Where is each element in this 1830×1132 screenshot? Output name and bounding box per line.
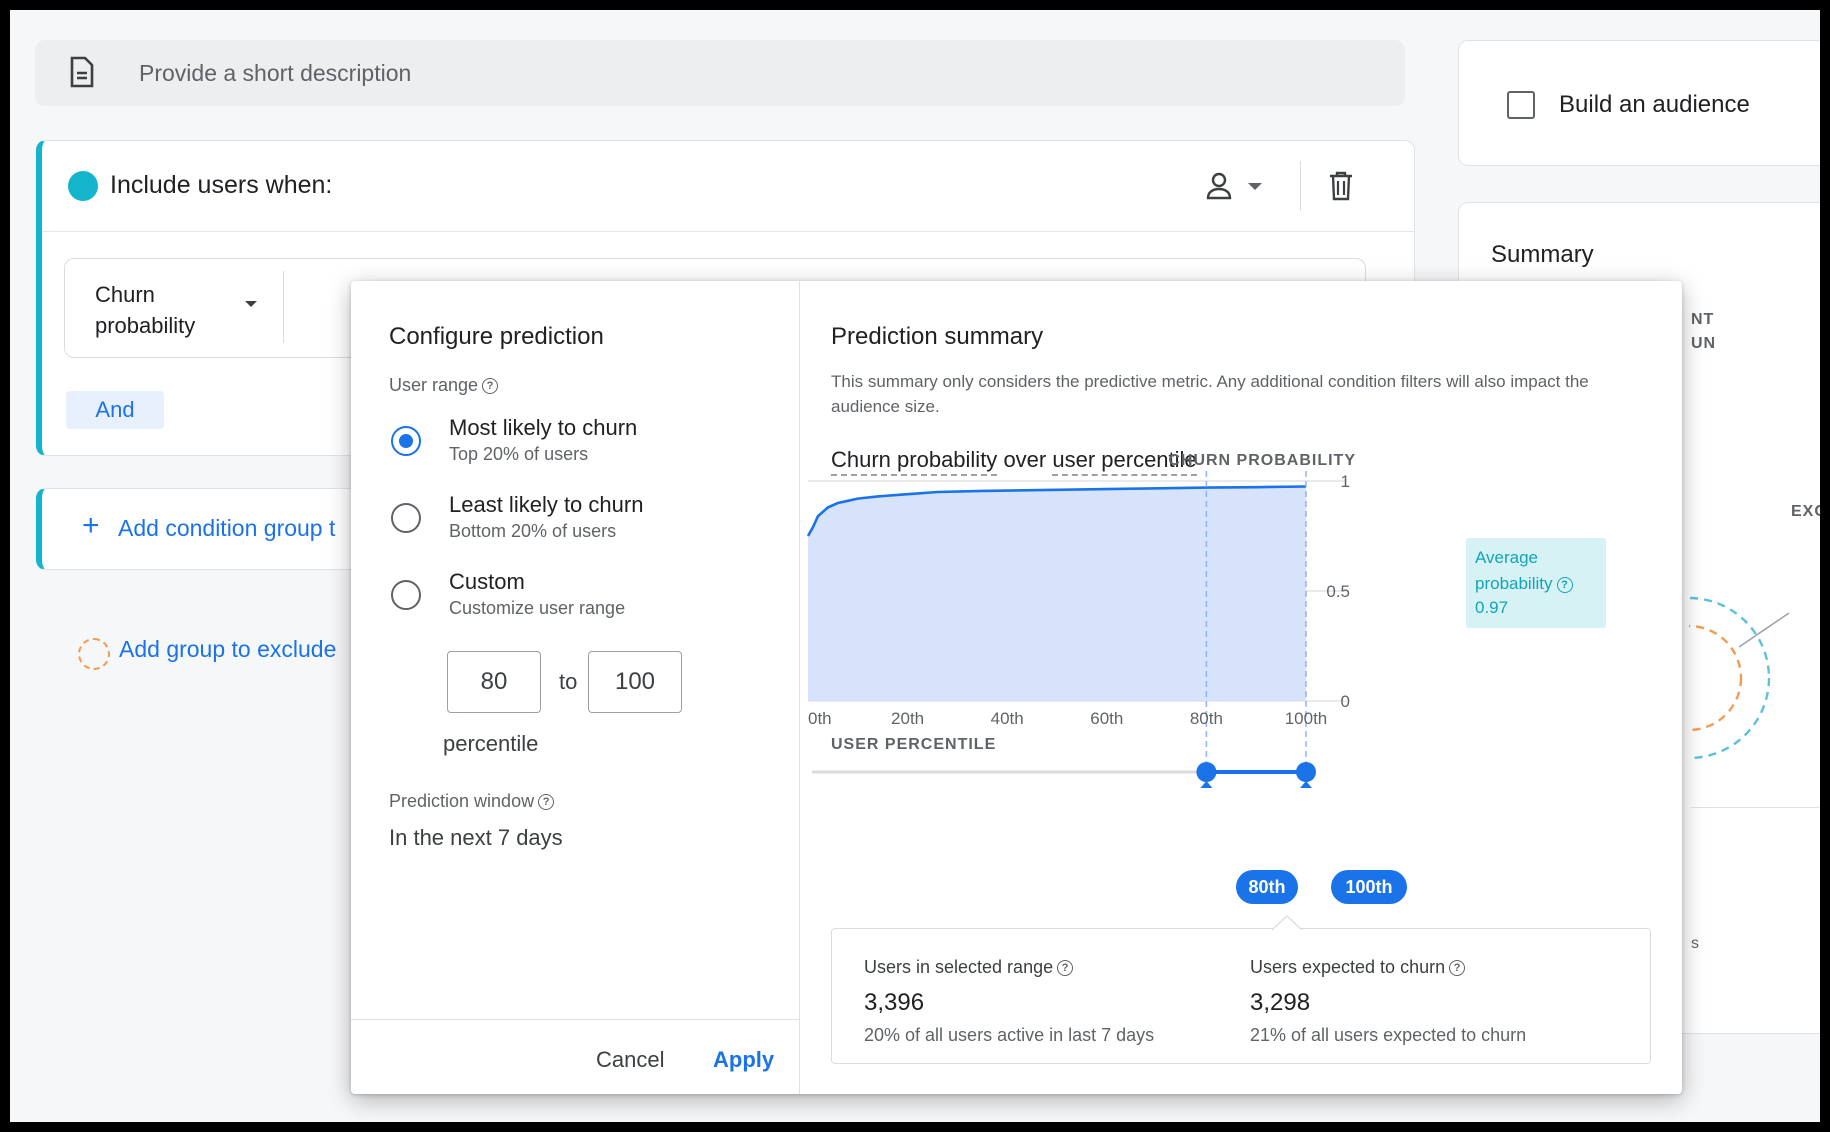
prediction-window-value: In the next 7 days — [389, 825, 563, 850]
include-title: Include users when: — [110, 171, 333, 199]
option-most-likely-sub: Top 20% of users — [449, 444, 589, 464]
configure-title: Configure prediction — [389, 323, 604, 350]
range-to-word: to — [559, 669, 578, 694]
users-in-range-sub: 20% of all users active in last 7 days — [864, 1025, 1155, 1045]
radio-most-likely[interactable] — [391, 426, 421, 456]
range-to-input[interactable]: 100 — [588, 651, 682, 713]
apply-button[interactable]: Apply — [713, 1047, 774, 1073]
build-audience-label: Build an audience — [1559, 91, 1750, 118]
help-icon[interactable]: ? — [482, 378, 499, 395]
summary-fragment: UN — [1691, 335, 1717, 352]
document-icon — [70, 56, 94, 88]
prediction-window-label: Prediction window — [389, 791, 535, 811]
x-tick-label: 80th — [1190, 709, 1223, 728]
group-color-dot — [68, 171, 98, 201]
option-custom-sub: Customize user range — [449, 598, 626, 618]
description-placeholder: Provide a short description — [139, 60, 412, 86]
expected-churn-label-wrap: Users expected to churn? — [1250, 957, 1466, 978]
exclude-circle-icon — [78, 638, 110, 670]
churn-area — [808, 486, 1306, 701]
and-button[interactable]: And — [66, 391, 164, 429]
radio-custom[interactable] — [391, 580, 421, 610]
expected-churn-label: Users expected to churn — [1250, 957, 1446, 977]
user-range-label: User range — [389, 375, 479, 395]
chevron-down-icon — [245, 301, 257, 307]
expected-churn-value: 3,298 — [1250, 989, 1311, 1016]
stats-box: Users in selected range? 3,396 20% of al… — [831, 915, 1651, 1064]
person-icon[interactable] — [1204, 171, 1234, 201]
help-icon[interactable]: ? — [1057, 960, 1074, 977]
y-tick-label: 0.5 — [1326, 582, 1350, 601]
y-tick-label: 1 — [1341, 472, 1350, 491]
trash-icon[interactable] — [1328, 171, 1354, 201]
y-axis-label: CHURN PROBABILITY — [1168, 452, 1356, 469]
configure-pane: Configure prediction User range? Most li… — [351, 281, 800, 1094]
slider-handle — [1196, 762, 1217, 782]
summary-fragment: s — [1691, 935, 1700, 952]
slider-from-label: 80th — [1236, 870, 1298, 904]
description-bar[interactable]: Provide a short description — [35, 40, 1405, 106]
prediction-window-label-wrap: Prediction window? — [389, 791, 555, 812]
x-tick-label: 0th — [808, 709, 832, 728]
summary-fragment: EXC — [1791, 503, 1820, 520]
x-axis-label: USER PERCENTILE — [831, 736, 996, 753]
average-probability-label: Average probability? — [1475, 545, 1605, 597]
slider-handle — [1296, 762, 1316, 782]
condition-label: Churn probability — [95, 282, 196, 338]
average-probability-value: 0.97 — [1475, 598, 1509, 617]
cancel-button[interactable]: Cancel — [596, 1047, 664, 1073]
slider-to-label: 100th — [1331, 870, 1407, 904]
help-icon[interactable]: ? — [1556, 576, 1573, 593]
radio-least-likely[interactable] — [391, 503, 421, 533]
y-tick-label: 0 — [1341, 692, 1350, 711]
slider-pointer — [1300, 781, 1312, 788]
user-range-label-wrap: User range? — [389, 375, 499, 396]
slider-pointer — [1200, 781, 1213, 788]
configure-prediction-dialog: Configure prediction User range? Most li… — [351, 281, 1682, 1094]
build-audience-checkbox[interactable] — [1507, 91, 1535, 119]
help-icon[interactable]: ? — [538, 794, 555, 811]
add-exclude-group-link[interactable]: Add group to exclude — [119, 636, 336, 663]
x-tick-label: 40th — [991, 709, 1024, 728]
summary-title: Summary — [1491, 241, 1594, 268]
users-in-range-label: Users in selected range — [864, 957, 1054, 977]
scope-dropdown-icon[interactable] — [1248, 183, 1262, 190]
users-in-range-label-wrap: Users in selected range? — [864, 957, 1074, 978]
option-most-likely-title: Most likely to churn — [449, 415, 638, 440]
x-tick-label: 60th — [1090, 709, 1123, 728]
option-custom-title: Custom — [449, 569, 525, 594]
users-in-range-value: 3,396 — [864, 989, 925, 1016]
x-tick-label: 100th — [1285, 709, 1328, 728]
range-from-input[interactable]: 80 — [447, 651, 541, 713]
expected-churn-sub: 21% of all users expected to churn — [1250, 1025, 1527, 1045]
x-tick-label: 20th — [891, 709, 924, 728]
percentile-word: percentile — [443, 731, 539, 756]
option-least-likely-title: Least likely to churn — [449, 492, 644, 517]
prediction-summary-pane: Prediction summary This summary only con… — [800, 281, 1682, 1094]
help-icon[interactable]: ? — [1449, 960, 1466, 977]
summary-fragment: NT — [1691, 311, 1715, 328]
build-audience-card: Build an audience — [1458, 40, 1820, 166]
option-least-likely-sub: Bottom 20% of users — [449, 521, 617, 541]
add-condition-group-link[interactable]: Add condition group t — [118, 515, 335, 542]
plus-icon: + — [82, 509, 100, 542]
